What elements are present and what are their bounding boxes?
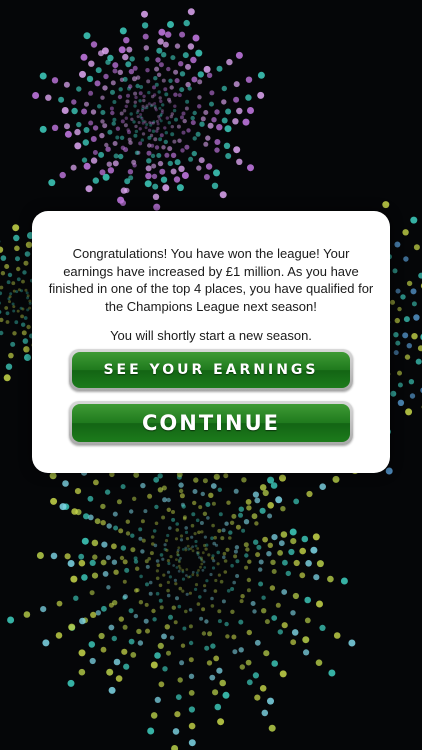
continue-label: CONTINUE	[72, 404, 350, 442]
see-your-earnings-label: SEE YOUR EARNINGS	[72, 352, 350, 388]
see-your-earnings-button[interactable]: SEE YOUR EARNINGS	[69, 349, 353, 391]
continue-button[interactable]: CONTINUE	[69, 401, 353, 445]
firework-burst	[32, 8, 265, 232]
dialog-subtext: You will shortly start a new season.	[110, 328, 312, 343]
congratulations-dialog: Congratulations! You have won the league…	[32, 211, 390, 473]
dialog-message: Congratulations! You have won the league…	[48, 246, 374, 314]
